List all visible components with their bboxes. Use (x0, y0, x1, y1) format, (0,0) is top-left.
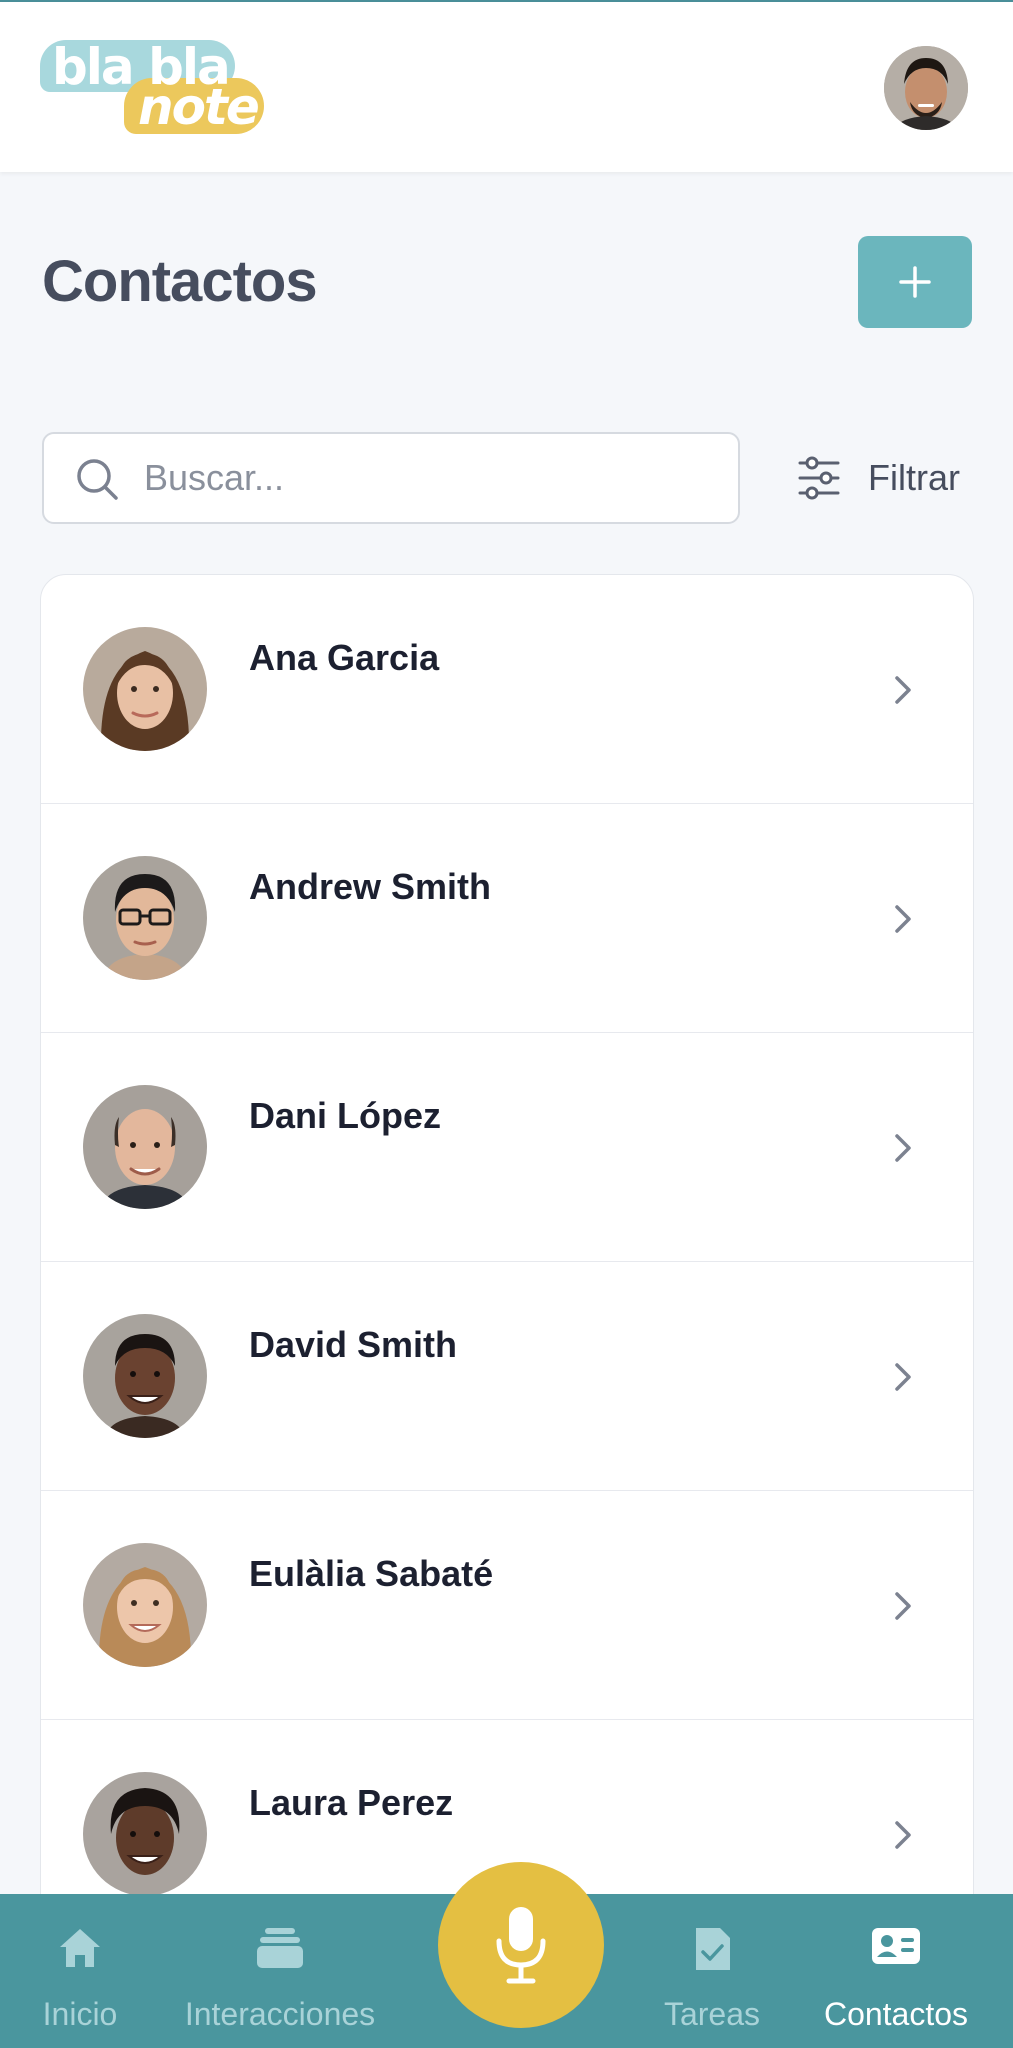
page-title: Contactos (42, 249, 318, 314)
contact-name: Ana Garcia (249, 637, 440, 678)
contact-avatar (83, 1314, 207, 1438)
add-contact-button[interactable] (858, 236, 972, 328)
chevron-right-icon (895, 1134, 911, 1162)
filter-button[interactable]: Filtrar (796, 444, 976, 512)
contact-avatar (83, 856, 207, 980)
contact-row[interactable]: Dani López (41, 1033, 973, 1262)
search-box[interactable] (42, 432, 740, 524)
contact-row[interactable]: David Smith (41, 1262, 973, 1491)
nav-item-inicio[interactable]: Inicio (20, 1894, 140, 2048)
nav-label: Inicio (42, 1996, 118, 2032)
contact-avatar (83, 1085, 207, 1209)
chevron-right-icon (895, 1592, 911, 1620)
microphone-icon (496, 1907, 546, 1984)
home-icon (60, 1929, 100, 1967)
stack-icon (257, 1928, 303, 1968)
filter-label: Filtrar (868, 457, 960, 498)
nav-label: Interacciones (184, 1996, 376, 2032)
nav-item-contactos[interactable]: Contactos (812, 1894, 980, 2048)
user-avatar[interactable] (884, 46, 968, 130)
app-header: bla bla note (0, 2, 1013, 172)
contact-card-icon (872, 1928, 920, 1964)
contact-portrait (83, 1085, 207, 1209)
contact-avatar (83, 627, 207, 751)
nav-label: Tareas (663, 1996, 761, 2032)
contact-name: Dani López (249, 1095, 442, 1136)
chevron-right-icon (895, 1821, 911, 1849)
task-check-icon (696, 1928, 730, 1970)
contact-row[interactable]: Andrew Smith (41, 804, 973, 1033)
contact-portrait (83, 1314, 207, 1438)
search-icon (77, 459, 118, 500)
contact-portrait (83, 856, 207, 980)
blablanote-logo[interactable]: bla bla note (40, 38, 270, 138)
nav-item-interacciones[interactable]: Interacciones (170, 1894, 390, 2048)
contact-row[interactable]: Eulàlia Sabaté (41, 1491, 973, 1720)
contact-portrait (83, 627, 207, 751)
contact-avatar (83, 1772, 207, 1896)
contact-name: David Smith (249, 1324, 458, 1365)
logo-text-bottom: note (138, 78, 260, 136)
contact-name: Laura Perez (249, 1782, 454, 1823)
contact-name: Andrew Smith (249, 866, 492, 907)
contact-row[interactable]: Ana Garcia (41, 575, 973, 804)
contact-name: Eulàlia Sabaté (249, 1553, 494, 1594)
chevron-right-icon (895, 1363, 911, 1391)
nav-item-tareas[interactable]: Tareas (650, 1894, 774, 2048)
user-avatar-portrait (884, 46, 968, 130)
search-input[interactable] (144, 450, 714, 506)
chevron-right-icon (895, 905, 911, 933)
plus-icon (899, 266, 931, 298)
contact-avatar (83, 1543, 207, 1667)
record-voice-button[interactable] (438, 1862, 604, 2028)
contact-portrait (83, 1543, 207, 1667)
contact-portrait (83, 1772, 207, 1896)
sliders-icon (798, 456, 840, 500)
chevron-right-icon (895, 676, 911, 704)
nav-label: Contactos (823, 1996, 969, 2032)
contacts-list: Ana Garcia Andrew Smith Dani López David… (40, 574, 974, 2048)
